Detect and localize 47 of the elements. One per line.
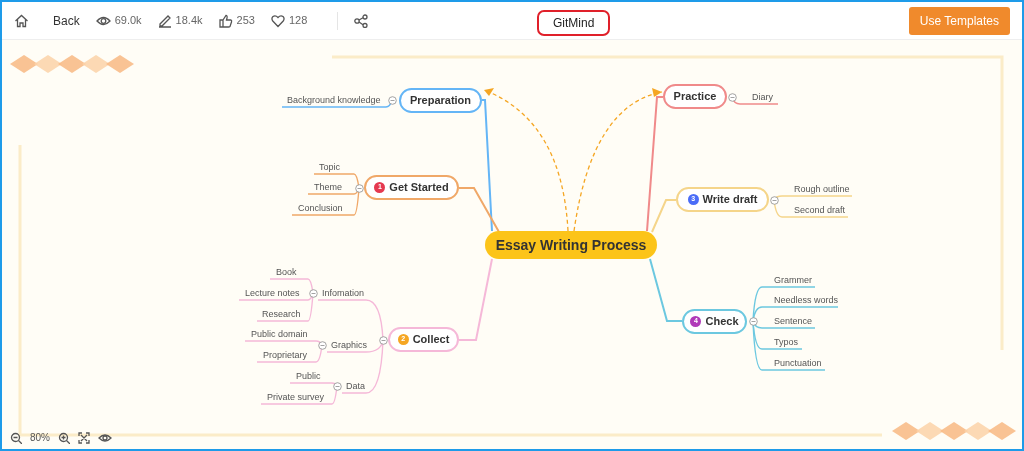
fit-screen-icon[interactable] bbox=[78, 431, 90, 444]
heart-icon[interactable] bbox=[270, 13, 285, 28]
mindmap-node[interactable]: Preparation bbox=[399, 88, 482, 113]
pencil-icon[interactable] bbox=[157, 13, 172, 28]
subtopic-label[interactable]: Topic bbox=[319, 162, 340, 172]
subtopic-label[interactable]: Public bbox=[296, 371, 321, 381]
node-label: Write draft bbox=[702, 192, 758, 208]
home-icon[interactable] bbox=[14, 13, 29, 28]
subtopic-label[interactable]: Second draft bbox=[794, 205, 846, 215]
subtopic-label[interactable]: Book bbox=[276, 267, 297, 277]
subtopic-label[interactable]: Typos bbox=[774, 337, 798, 347]
subtopic-label[interactable]: Grammer bbox=[774, 275, 812, 285]
eye-icon[interactable] bbox=[98, 431, 112, 444]
stat-count: 69.0k bbox=[114, 13, 142, 29]
branch-line bbox=[649, 258, 683, 322]
subtopic-label[interactable]: Public domain bbox=[251, 329, 308, 339]
mindmap-node[interactable]: Practice bbox=[663, 84, 727, 109]
subtopic-label[interactable]: Lecture notes bbox=[245, 288, 300, 298]
subtopic-label[interactable]: Rough outline bbox=[794, 184, 850, 194]
stat-count: 18.4k bbox=[175, 13, 203, 29]
subtopic-label[interactable]: Needless words bbox=[774, 295, 839, 305]
thumbs-up-icon[interactable] bbox=[218, 13, 233, 28]
eye-icon[interactable] bbox=[95, 14, 111, 27]
subtopic-label[interactable]: Conclusion bbox=[298, 203, 343, 213]
zoom-in-icon[interactable] bbox=[58, 431, 70, 444]
node-label: Get Started bbox=[389, 180, 449, 196]
zoom-level: 80% bbox=[30, 431, 50, 445]
subtopic-label[interactable]: Background knowledge bbox=[287, 95, 381, 105]
subtopic-label[interactable]: Sentence bbox=[774, 316, 813, 326]
subtopic-label[interactable]: Proprietary bbox=[263, 350, 307, 360]
document-title: GitMind bbox=[537, 10, 611, 36]
subtopic-label[interactable]: Punctuation bbox=[774, 358, 822, 368]
share-icon[interactable] bbox=[354, 13, 369, 28]
stat-count: 128 bbox=[288, 13, 308, 29]
node-label: Check bbox=[705, 314, 739, 330]
back-link[interactable]: Back bbox=[53, 11, 80, 30]
node-label: Collect bbox=[412, 332, 450, 348]
central-topic[interactable]: Essay Writing Process bbox=[485, 231, 657, 259]
stat-count: 253 bbox=[236, 13, 255, 29]
subtopic-label[interactable]: Infomation bbox=[322, 288, 365, 298]
subtopic-label[interactable]: Data bbox=[346, 381, 365, 391]
subtopic-label[interactable]: Diary bbox=[752, 92, 773, 102]
subtopic-label[interactable]: Private survey bbox=[267, 392, 325, 402]
zoom-out-icon[interactable] bbox=[10, 431, 22, 444]
subtopic-label[interactable]: Theme bbox=[314, 182, 342, 192]
subtopic-label[interactable]: Research bbox=[262, 309, 301, 319]
subtopic-label[interactable]: Graphics bbox=[331, 340, 367, 350]
